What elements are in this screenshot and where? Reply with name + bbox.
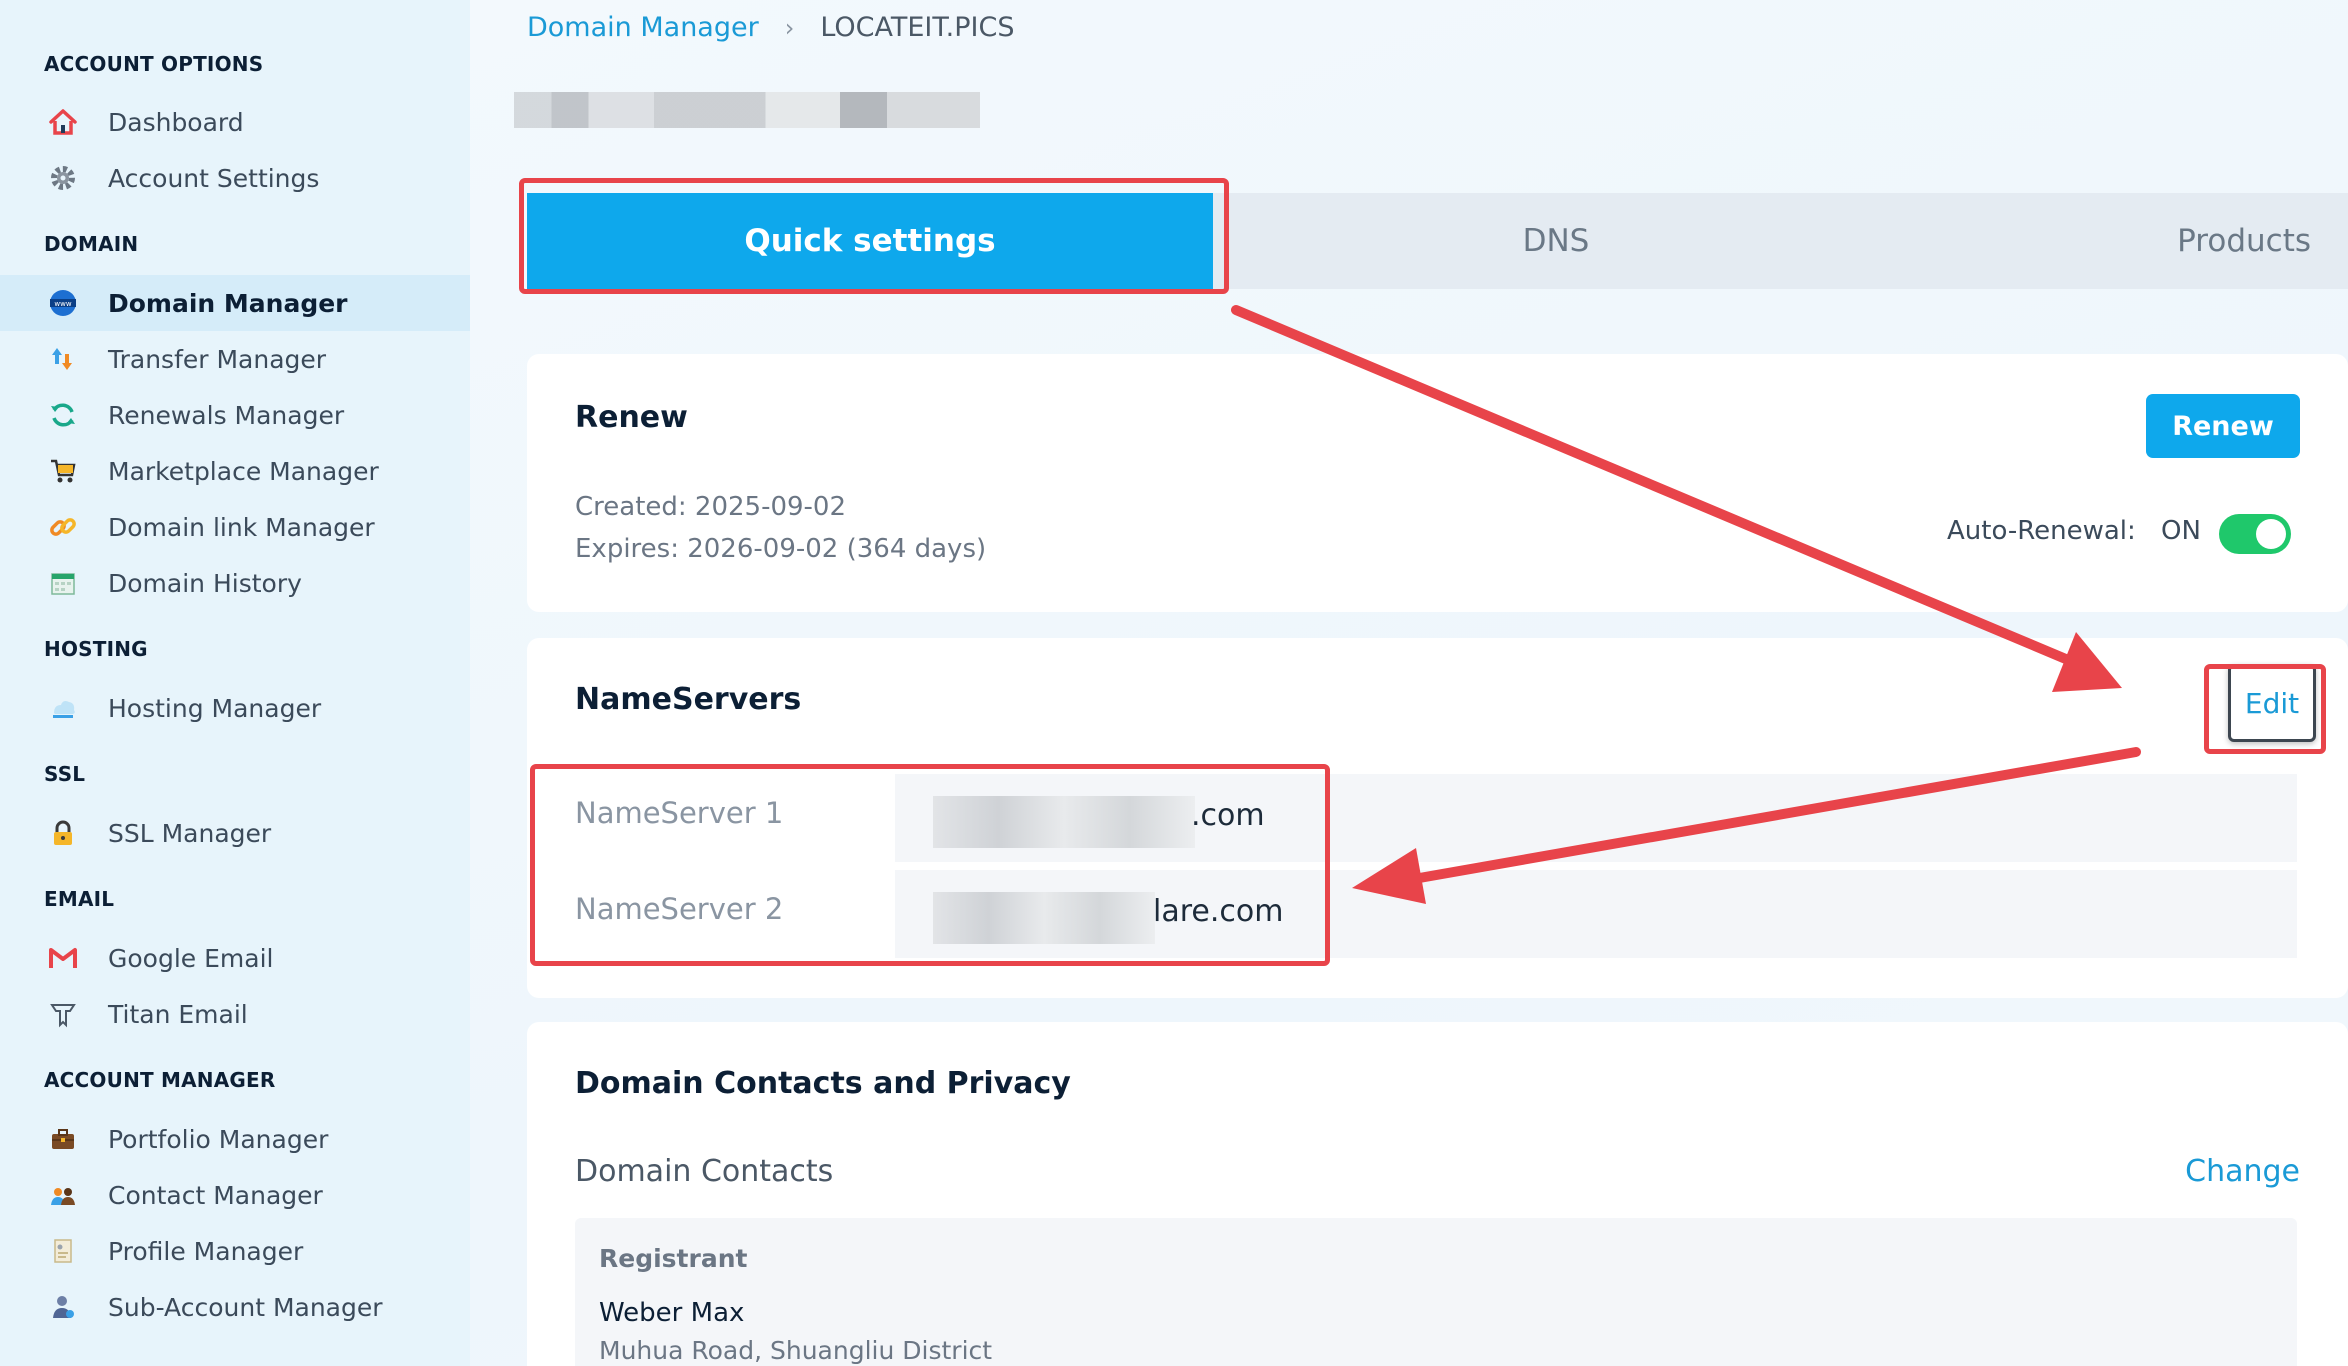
section-title-ssl: SSL [44, 762, 86, 786]
redacted-nameserver-1 [933, 796, 1195, 848]
contacts-title: Domain Contacts and Privacy [575, 1066, 1071, 1101]
change-contacts-link[interactable]: Change [2185, 1154, 2300, 1189]
titan-icon [46, 997, 80, 1031]
sidebar-item-transfer-manager[interactable]: Transfer Manager [0, 331, 470, 387]
auto-renewal-toggle[interactable] [2219, 514, 2291, 554]
sidebar-item-renewals-manager[interactable]: Renewals Manager [0, 387, 470, 443]
briefcase-icon [46, 1122, 80, 1156]
nameserver-1-value-box: .com [895, 774, 2297, 862]
breadcrumb: Domain Manager › LOCATEIT.PICS [527, 12, 1015, 43]
renew-title: Renew [575, 400, 688, 435]
auto-renewal-label: Auto-Renewal: [1947, 516, 2136, 546]
registrant-label: Registrant [599, 1244, 748, 1273]
created-date: Created: 2025-09-02 [575, 492, 847, 522]
redacted-page-title [514, 92, 980, 128]
sidebar-item-domain-history[interactable]: Domain History [0, 555, 470, 611]
gear-icon [46, 161, 80, 195]
sidebar-item-label: Domain History [108, 568, 302, 598]
sidebar-item-label: Transfer Manager [108, 344, 327, 374]
sidebar-item-label: Renewals Manager [108, 400, 345, 430]
www-globe-icon: www [46, 286, 80, 320]
gmail-icon [46, 941, 80, 975]
sidebar-item-label: Portfolio Manager [108, 1124, 329, 1154]
sidebar-item-label: Titan Email [108, 999, 248, 1029]
sidebar-item-hosting-manager[interactable]: Hosting Manager [0, 680, 470, 736]
registrant-address: Muhua Road, Shuangliu District [599, 1336, 993, 1365]
sidebar-item-label: Domain link Manager [108, 512, 375, 542]
sidebar-item-label: SSL Manager [108, 818, 272, 848]
refresh-icon [46, 398, 80, 432]
sidebar-item-dashboard[interactable]: Dashboard [0, 94, 470, 150]
sidebar-item-label: Domain Manager [108, 288, 348, 318]
lock-icon [46, 816, 80, 850]
sidebar-item-label: Hosting Manager [108, 693, 322, 723]
nameserver-2-value-box: lare.com [895, 870, 2297, 958]
sidebar-item-label: Sub-Account Manager [108, 1292, 383, 1322]
nameservers-edit-button[interactable]: Edit [2228, 664, 2316, 742]
sidebar-item-ssl-manager[interactable]: SSL Manager [0, 805, 470, 861]
section-title-domain: DOMAIN [44, 232, 139, 256]
sidebar-item-google-email[interactable]: Google Email [0, 930, 470, 986]
sidebar-item-domain-link-manager[interactable]: Domain link Manager [0, 499, 470, 555]
redacted-nameserver-2 [933, 892, 1155, 944]
nameserver-2-label: NameServer 2 [575, 892, 784, 926]
svg-text:www: www [54, 300, 71, 308]
link-icon [46, 510, 80, 544]
calendar-icon [46, 566, 80, 600]
tab-quick-settings[interactable]: Quick settings [527, 193, 1213, 289]
domain-contacts-subtitle: Domain Contacts [575, 1154, 834, 1189]
nameserver-row-2: NameServer 2 lare.com [575, 870, 2297, 958]
section-title-account-manager: ACCOUNT MANAGER [44, 1068, 276, 1092]
sidebar: ACCOUNT OPTIONS Dashboard Account Settin… [0, 0, 470, 1366]
registrant-box: Registrant Weber Max Muhua Road, Shuangl… [575, 1218, 2297, 1366]
section-title-hosting: HOSTING [44, 637, 148, 661]
sub-account-icon [46, 1290, 80, 1324]
renew-card: Renew Renew Created: 2025-09-02 Expires:… [527, 354, 2348, 612]
sidebar-item-label: Contact Manager [108, 1180, 323, 1210]
sidebar-item-label: Dashboard [108, 107, 244, 137]
sidebar-item-label: Google Email [108, 943, 274, 973]
renew-button[interactable]: Renew [2146, 394, 2300, 458]
tab-products[interactable]: Products [1899, 193, 2348, 289]
transfer-arrows-icon [46, 342, 80, 376]
sidebar-item-sub-account-manager[interactable]: Sub-Account Manager [0, 1279, 470, 1335]
nameserver-row-1: NameServer 1 .com [575, 774, 2297, 862]
nameserver-1-value: .com [1191, 798, 1265, 833]
nameserver-2-value: lare.com [1153, 894, 1284, 929]
tab-dns[interactable]: DNS [1213, 193, 1899, 289]
tab-bar: Quick settings DNS Products [527, 193, 2348, 289]
breadcrumb-link-domain-manager[interactable]: Domain Manager [527, 12, 759, 43]
profile-card-icon [46, 1234, 80, 1268]
contacts-card: Domain Contacts and Privacy Domain Conta… [527, 1022, 2348, 1366]
sidebar-item-profile-manager[interactable]: Profile Manager [0, 1223, 470, 1279]
sidebar-item-titan-email[interactable]: Titan Email [0, 986, 470, 1042]
nameserver-1-label: NameServer 1 [575, 796, 784, 830]
sidebar-item-contact-manager[interactable]: Contact Manager [0, 1167, 470, 1223]
expires-date: Expires: 2026-09-02 (364 days) [575, 534, 987, 564]
nameservers-card: NameServers NameServer 1 .com NameServer… [527, 638, 2348, 998]
nameservers-title: NameServers [575, 682, 802, 717]
sidebar-item-account-settings[interactable]: Account Settings [0, 150, 470, 206]
auto-renewal-state: ON [2161, 516, 2201, 546]
breadcrumb-current: LOCATEIT.PICS [820, 12, 1015, 43]
section-title-account-options: ACCOUNT OPTIONS [44, 52, 264, 76]
sidebar-item-domain-manager[interactable]: www Domain Manager [0, 275, 470, 331]
cloud-icon [46, 691, 80, 725]
home-icon [46, 105, 80, 139]
sidebar-item-marketplace-manager[interactable]: Marketplace Manager [0, 443, 470, 499]
cart-icon [46, 454, 80, 488]
chevron-right-icon: › [784, 13, 795, 42]
sidebar-item-portfolio-manager[interactable]: Portfolio Manager [0, 1111, 470, 1167]
sidebar-item-label: Account Settings [108, 163, 320, 193]
sidebar-item-label: Profile Manager [108, 1236, 304, 1266]
section-title-email: EMAIL [44, 887, 115, 911]
contacts-icon [46, 1178, 80, 1212]
sidebar-item-label: Marketplace Manager [108, 456, 379, 486]
registrant-name: Weber Max [599, 1298, 745, 1328]
